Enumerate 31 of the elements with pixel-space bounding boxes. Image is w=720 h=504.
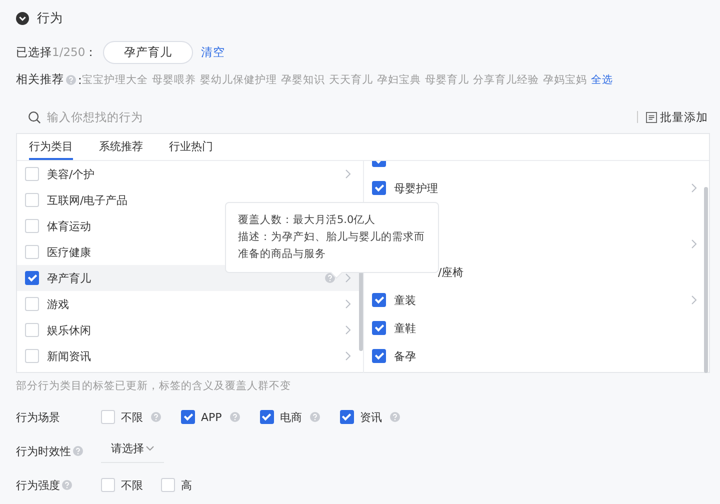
option-label: 不限 <box>121 478 143 492</box>
option-label: 不限 <box>121 410 143 424</box>
category-label: 互联网/电子产品 <box>47 192 128 208</box>
subcategory-label: 母婴护理 <box>394 180 438 196</box>
tooltip-text: 描述：为孕产妇、胎儿与婴儿的需求而准备的商品与服务 <box>238 230 426 262</box>
option-label: 电商 <box>280 410 302 424</box>
notice-text: 部分行为类目的标签已更新，标签的含义及覆盖人群不变 <box>16 379 292 393</box>
tooltip-text: 覆盖人数：最大月活5.0亿人 <box>238 213 377 228</box>
related-label: 相关推荐 <box>16 72 64 87</box>
colon: : <box>78 72 82 86</box>
subcategory-label: 童鞋 <box>394 320 416 336</box>
subcategory-label: 备孕 <box>394 348 416 364</box>
option-label: 高 <box>181 478 192 492</box>
category-label: 新闻资讯 <box>47 348 91 364</box>
section-title: 行为 <box>37 10 63 26</box>
option-label: 资讯 <box>360 410 382 424</box>
category-label: 娱乐休闲 <box>47 322 91 338</box>
category-label: 游戏 <box>47 296 69 312</box>
field-label: 行为时效性 <box>16 444 101 458</box>
colon: ： <box>85 44 98 60</box>
selected-label: 已选择 <box>16 44 52 60</box>
field-label: 行为强度 <box>16 478 101 492</box>
field-label: 行为场景 <box>16 410 61 424</box>
category-label: 医疗健康 <box>47 244 91 260</box>
selected-count: 1/250 <box>52 45 86 59</box>
category-label: 孕产育儿 <box>47 270 91 286</box>
subcategory-label: 童装 <box>394 292 416 308</box>
option-label: APP <box>201 410 222 424</box>
category-label: 美容/个护 <box>47 166 95 182</box>
category-label: 体育运动 <box>47 218 91 234</box>
subcategory-label: /座椅 <box>437 264 464 280</box>
